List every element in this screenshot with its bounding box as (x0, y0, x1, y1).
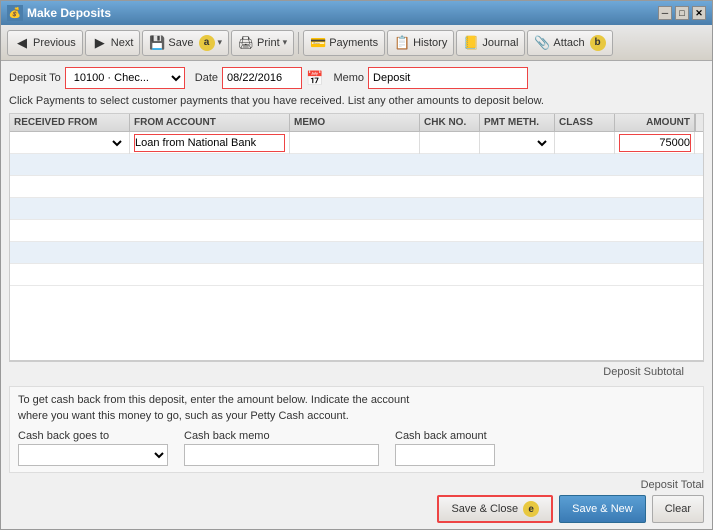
memo-label: Memo (333, 72, 364, 84)
deposit-to-select[interactable]: 10100 · Chec... (65, 67, 185, 89)
col-header-pmt: PMT METH. (480, 114, 555, 131)
calendar-icon[interactable]: 📅 (306, 70, 323, 87)
class-input[interactable] (559, 134, 610, 152)
cash-amount-label: Cash back amount (395, 430, 495, 442)
table-row (10, 264, 703, 286)
table-row (10, 154, 703, 176)
cell-from-account (130, 132, 290, 154)
save-icon: 💾 (149, 35, 165, 51)
subtotal-label: Deposit Subtotal (603, 366, 684, 378)
bottom-buttons: Save & Close e Save & New Clear (437, 495, 704, 523)
table-body (10, 132, 703, 360)
table-row (10, 198, 703, 220)
subtotal-row: Deposit Subtotal (9, 361, 704, 382)
cell-memo (290, 132, 420, 154)
attach-icon: 📎 (534, 35, 550, 51)
col-header-from-account: FROM ACCOUNT (130, 114, 290, 131)
date-label: Date (195, 72, 218, 84)
scrollbar-header-spacer (695, 114, 704, 131)
payments-icon: 💳 (310, 35, 326, 51)
next-icon: ▶ (92, 35, 108, 51)
top-fields-row: Deposit To 10100 · Chec... Date 📅 Memo (9, 67, 704, 89)
cash-amount-group: Cash back amount (395, 430, 495, 466)
make-deposits-window: 💰 Make Deposits ─ □ ✕ ◀ Previous ▶ Next … (0, 0, 713, 530)
row-memo-input[interactable] (294, 134, 415, 152)
journal-icon: 📒 (463, 35, 479, 51)
table-header-row: RECEIVED FROM FROM ACCOUNT MEMO CHK NO. … (10, 114, 703, 132)
cash-back-line1: To get cash back from this deposit, ente… (18, 394, 409, 406)
save-new-button[interactable]: Save & New (559, 495, 646, 523)
toolbar: ◀ Previous ▶ Next 💾 Save a ▾ 🖨 Print ▾ 💳… (1, 25, 712, 61)
pmt-meth-select[interactable] (484, 134, 550, 152)
table-row (10, 132, 703, 154)
annotation-e: e (523, 501, 539, 517)
clear-button[interactable]: Clear (652, 495, 704, 523)
toolbar-separator (298, 32, 299, 54)
cash-back-line2: where you want this money to go, such as… (18, 410, 349, 422)
col-header-class: CLASS (555, 114, 615, 131)
cash-goes-to-select[interactable] (18, 444, 168, 466)
date-input[interactable] (222, 67, 302, 89)
instruction-text: Click Payments to select customer paymen… (9, 95, 704, 107)
received-from-select[interactable] (14, 134, 125, 152)
cash-back-section: To get cash back from this deposit, ente… (9, 386, 704, 473)
history-icon: 📋 (394, 35, 410, 51)
cash-memo-input[interactable] (184, 444, 379, 466)
content-area: Deposit To 10100 · Chec... Date 📅 Memo C… (1, 61, 712, 529)
window-title: Make Deposits (27, 6, 111, 20)
cell-pmt-meth (480, 132, 555, 154)
deposit-to-group: Deposit To 10100 · Chec... (9, 67, 185, 89)
cell-received-from (10, 132, 130, 154)
history-button[interactable]: 📋 History (387, 30, 454, 56)
cash-memo-group: Cash back memo (184, 430, 379, 466)
table-row (10, 242, 703, 264)
col-header-received: RECEIVED FROM (10, 114, 130, 131)
minimize-button[interactable]: ─ (658, 6, 672, 20)
print-icon: 🖨 (238, 35, 254, 51)
cash-back-fields: Cash back goes to Cash back memo Cash ba… (18, 430, 695, 466)
memo-group: Memo (333, 67, 528, 89)
print-dropdown-arrow[interactable]: ▾ (283, 37, 288, 48)
title-bar: 💰 Make Deposits ─ □ ✕ (1, 1, 712, 25)
cash-goes-to-label: Cash back goes to (18, 430, 168, 442)
cell-chk-no (420, 132, 480, 154)
maximize-button[interactable]: □ (675, 6, 689, 20)
bottom-section: Deposit Total Save & Close e Save & New … (9, 479, 704, 523)
save-close-button[interactable]: Save & Close e (437, 495, 553, 523)
cell-amount (615, 132, 695, 154)
col-header-chk: CHK NO. (420, 114, 480, 131)
date-group: Date 📅 (195, 67, 324, 89)
cash-memo-label: Cash back memo (184, 430, 379, 442)
cash-back-instruction: To get cash back from this deposit, ente… (18, 393, 695, 424)
next-button[interactable]: ▶ Next (85, 30, 141, 56)
from-account-input[interactable] (134, 134, 285, 152)
table-row (10, 220, 703, 242)
title-bar-controls: ─ □ ✕ (658, 6, 706, 20)
print-button[interactable]: 🖨 Print ▾ (231, 30, 294, 56)
amount-input[interactable] (619, 134, 691, 152)
attach-button[interactable]: 📎 Attach b (527, 30, 612, 56)
deposit-total-label: Deposit Total (641, 479, 704, 491)
journal-button[interactable]: 📒 Journal (456, 30, 525, 56)
deposit-to-label: Deposit To (9, 72, 61, 84)
close-button[interactable]: ✕ (692, 6, 706, 20)
previous-button[interactable]: ◀ Previous (7, 30, 83, 56)
annotation-b: b (590, 35, 606, 51)
previous-icon: ◀ (14, 35, 30, 51)
save-dropdown-arrow[interactable]: ▾ (218, 37, 223, 48)
col-header-memo: MEMO (290, 114, 420, 131)
cell-class (555, 132, 615, 154)
chk-no-input[interactable] (424, 134, 475, 152)
col-header-amount: AMOUNT (615, 114, 695, 131)
cash-goes-to-group: Cash back goes to (18, 430, 168, 466)
save-button[interactable]: 💾 Save a ▾ (142, 30, 229, 56)
title-left: 💰 Make Deposits (7, 5, 111, 21)
memo-input[interactable] (368, 67, 528, 89)
cash-amount-input[interactable] (395, 444, 495, 466)
table-row (10, 176, 703, 198)
deposits-table: RECEIVED FROM FROM ACCOUNT MEMO CHK NO. … (9, 113, 704, 361)
payments-button[interactable]: 💳 Payments (303, 30, 385, 56)
annotation-a: a (199, 35, 215, 51)
window-icon: 💰 (7, 5, 23, 21)
